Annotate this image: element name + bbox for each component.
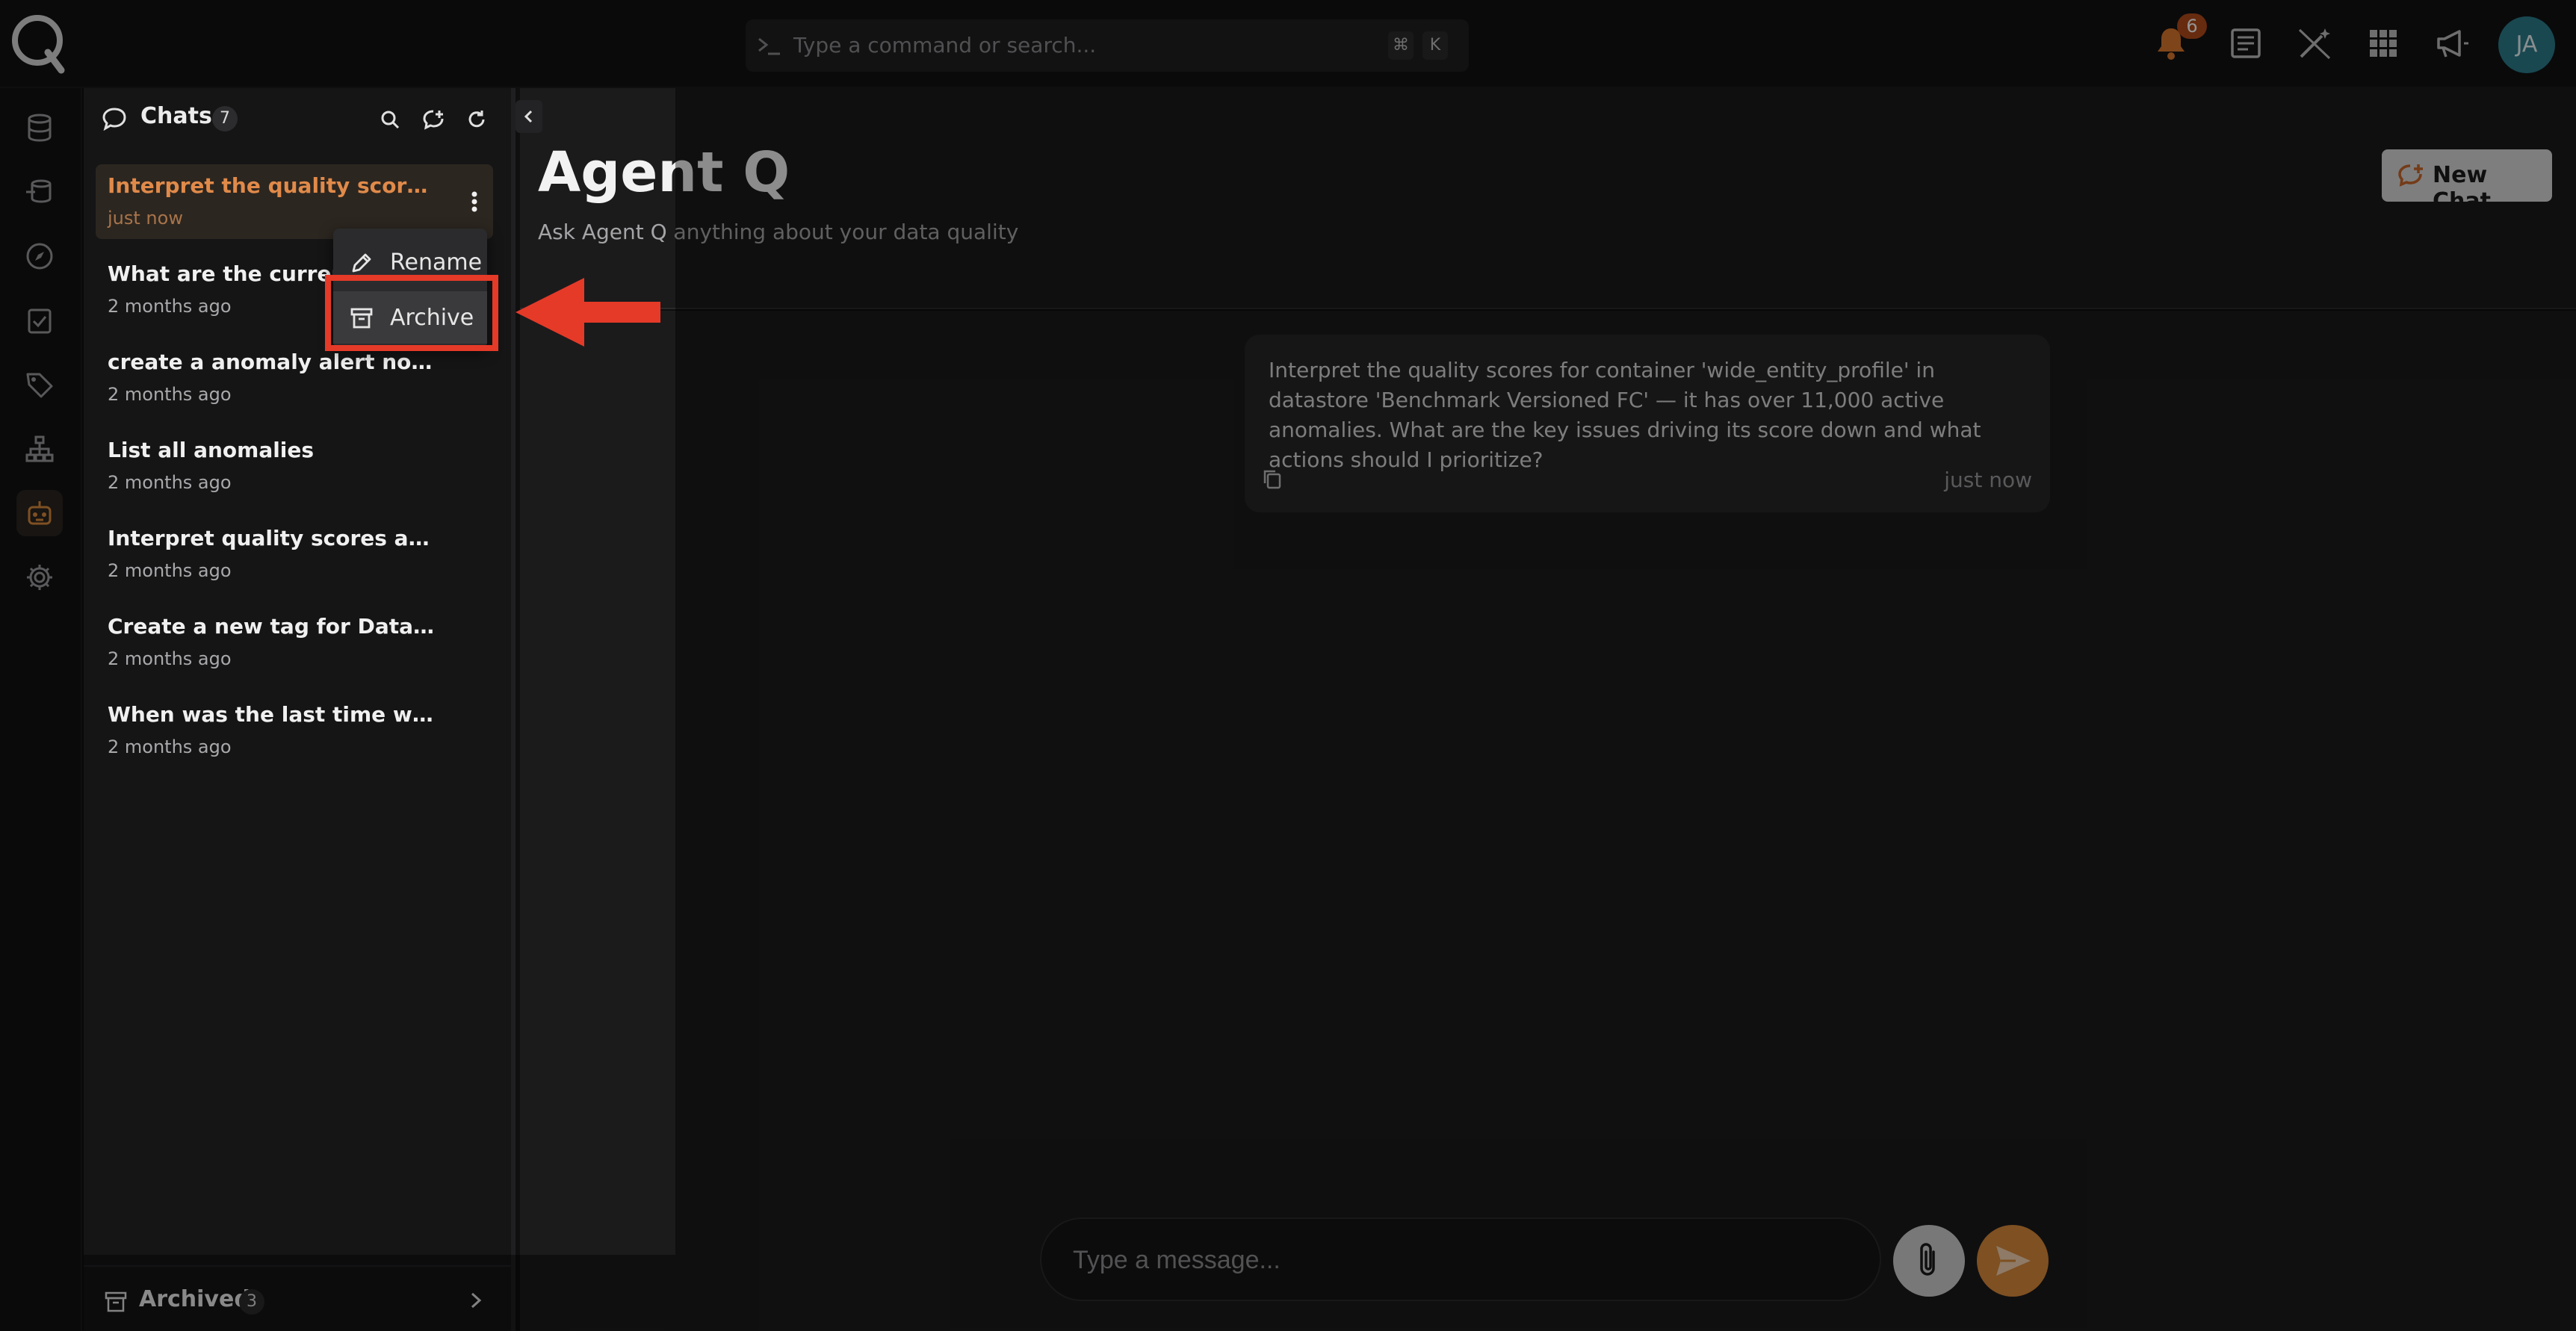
- chat-title: List all anomalies: [108, 438, 315, 462]
- archived-count-badge: 3: [239, 1289, 264, 1315]
- paperclip-icon: [1920, 1243, 1935, 1276]
- robot-icon: [28, 501, 52, 525]
- chat-list-item[interactable]: Interpret the quality scores for... just…: [96, 164, 493, 239]
- refresh-icon: [468, 111, 485, 128]
- chats-count-badge: 7: [212, 106, 238, 131]
- new-chat-label: New Chat: [2433, 162, 2491, 214]
- archive-box-icon: [105, 1291, 127, 1312]
- message-input[interactable]: [1071, 1241, 1848, 1279]
- send-message-button[interactable]: [1977, 1225, 2049, 1297]
- hierarchy-icon: [25, 435, 54, 462]
- attach-file-button[interactable]: [1893, 1225, 1965, 1297]
- user-message-bubble: Interpret the quality scores for contain…: [1245, 335, 2050, 512]
- chat-plus-icon: [423, 110, 444, 130]
- send-icon: [1996, 1246, 2031, 1276]
- chat-time: 2 months ago: [108, 472, 232, 493]
- rail-database[interactable]: [16, 105, 63, 151]
- rail-explore[interactable]: [16, 233, 63, 279]
- shortcut-key-k: K: [1422, 31, 1448, 60]
- apps-grid-icon[interactable]: [2364, 24, 2403, 63]
- rail-datastores[interactable]: [16, 169, 63, 215]
- document-icon[interactable]: [2226, 24, 2265, 63]
- chat-title: When was the last time we have an ...: [108, 702, 436, 727]
- chevron-left-icon: [524, 110, 533, 123]
- main-header: Agent Q Ask Agent Q anything about your …: [520, 88, 2576, 309]
- chat-bubble-icon: [102, 108, 126, 131]
- command-search-bar[interactable]: Type a command or search... ⌘ K: [746, 19, 1469, 72]
- archived-section-toggle[interactable]: Archived 3: [84, 1265, 511, 1331]
- chat-list-item[interactable]: create a anomaly alert notification ... …: [96, 341, 493, 415]
- chat-time: 2 months ago: [108, 560, 232, 581]
- chat-time: 2 months ago: [108, 384, 232, 405]
- copy-icon[interactable]: [1261, 468, 1284, 490]
- magic-wand-icon[interactable]: [2295, 24, 2334, 63]
- command-search-placeholder[interactable]: Type a command or search...: [793, 33, 1096, 58]
- chat-time: 2 months ago: [108, 296, 232, 317]
- notification-count-badge: 6: [2177, 13, 2207, 39]
- chat-time: 2 months ago: [108, 648, 232, 669]
- page-title: Agent Q: [538, 140, 790, 205]
- gear-icon: [27, 565, 52, 590]
- rail-flows[interactable]: [16, 426, 63, 472]
- pointer-arrow-icon: [515, 278, 660, 347]
- rename-label: Rename: [390, 249, 483, 276]
- top-bar: Type a command or search... ⌘ K 6 JA: [0, 0, 2576, 88]
- chat-list-item[interactable]: Interpret quality scores and top an... 2…: [96, 517, 493, 592]
- terminal-prompt-icon: [758, 37, 780, 55]
- message-composer: [1040, 1217, 1881, 1301]
- archived-label: Archived: [139, 1286, 250, 1312]
- rail-agent-q[interactable]: [16, 490, 63, 536]
- message-time: just now: [1944, 468, 2032, 492]
- nav-rail: [0, 88, 82, 1331]
- chat-plus-icon: [2398, 164, 2423, 187]
- collapse-sidebar-button[interactable]: [515, 100, 542, 133]
- compass-icon: [26, 243, 53, 270]
- search-icon: [381, 111, 400, 129]
- qualytics-logo-icon[interactable]: [9, 7, 66, 75]
- page-subtitle: Ask Agent Q anything about your data qua…: [538, 220, 1019, 244]
- pencil-icon: [352, 253, 371, 273]
- checklist-icon: [28, 308, 52, 334]
- chevron-right-icon: [471, 1292, 482, 1309]
- chat-time: just now: [108, 208, 183, 229]
- chat-title: Interpret the quality scores for...: [108, 173, 436, 198]
- chats-title: Chats: [140, 103, 212, 129]
- refresh-chats-button[interactable]: [457, 100, 496, 139]
- database-icon: [28, 114, 52, 142]
- chat-title: create a anomaly alert notification ...: [108, 350, 436, 374]
- new-chat-icon-button[interactable]: [414, 100, 453, 139]
- datastore-icon: [26, 179, 52, 203]
- chat-title: Interpret quality scores and top an...: [108, 526, 436, 550]
- more-vertical-icon[interactable]: [465, 187, 484, 217]
- chat-title: Create a new tag for Datastore: An...: [108, 614, 436, 639]
- rail-checks[interactable]: [16, 297, 63, 344]
- message-text: Interpret the quality scores for contain…: [1269, 358, 1981, 472]
- rail-tags[interactable]: [16, 362, 63, 408]
- chat-list-item[interactable]: Create a new tag for Datastore: An... 2 …: [96, 605, 493, 680]
- megaphone-icon[interactable]: [2433, 24, 2471, 63]
- conversation-area: Interpret the quality scores for contain…: [520, 311, 2576, 1331]
- user-avatar[interactable]: JA: [2498, 16, 2555, 73]
- rail-settings[interactable]: [16, 554, 63, 601]
- tag-icon: [26, 373, 53, 398]
- search-chats-button[interactable]: [371, 100, 409, 139]
- shortcut-key-cmd: ⌘: [1388, 31, 1414, 60]
- chat-list-item[interactable]: List all anomalies 2 months ago: [96, 429, 493, 503]
- archive-highlight-box: [325, 275, 498, 351]
- new-chat-button[interactable]: New Chat: [2382, 149, 2552, 214]
- chat-list-item[interactable]: When was the last time we have an ... 2 …: [96, 693, 493, 768]
- chat-time: 2 months ago: [108, 736, 232, 757]
